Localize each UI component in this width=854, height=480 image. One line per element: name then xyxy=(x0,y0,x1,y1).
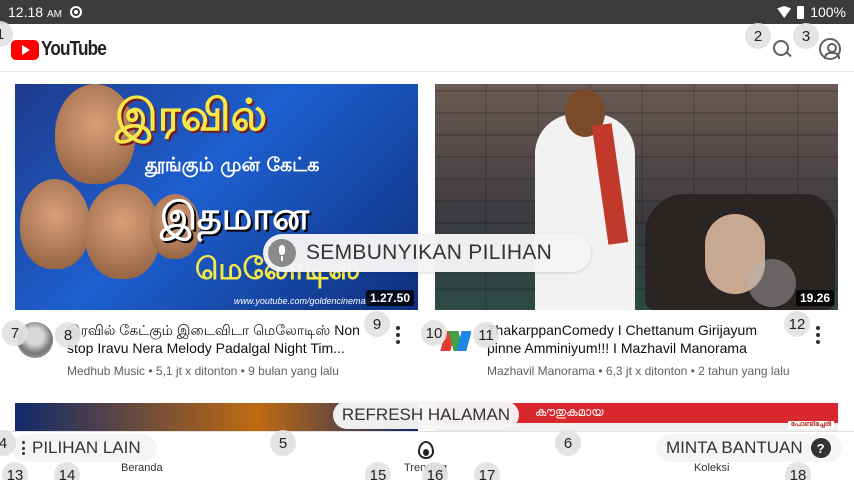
voice-label-badge[interactable]: 9 xyxy=(364,311,390,337)
hide-options-label: SEMBUNYIKAN PILIHAN xyxy=(306,241,553,264)
thumb-watermark-url: www.youtube.com/goldencinemas xyxy=(233,296,370,306)
status-ampm: AM xyxy=(46,9,62,20)
wifi-icon xyxy=(777,6,792,18)
voice-label-badge[interactable]: 7 xyxy=(2,320,28,346)
video-menu-icon-1[interactable] xyxy=(395,326,401,344)
thumb-face-3 xyxy=(85,184,160,279)
mic-icon xyxy=(268,239,296,267)
battery-level: 100% xyxy=(810,4,846,20)
video-menu-icon-2[interactable] xyxy=(815,326,821,344)
youtube-logo[interactable]: YouTube xyxy=(11,38,117,61)
search-icon[interactable] xyxy=(771,38,793,60)
video-meta-1: Medhub Music • 5,1 jt x ditonton • 9 bul… xyxy=(67,364,339,378)
help-button[interactable]: MINTA BANTUAN ? xyxy=(656,434,842,462)
video-title-1[interactable]: இரவில் கேட்கும் இடைவிடா மெலோடிஸ் Non sto… xyxy=(67,321,367,357)
video-title-2[interactable]: ThakarppanComedy I Chettanum Girijayum p… xyxy=(487,321,787,357)
nav-home[interactable]: Beranda xyxy=(121,462,163,474)
help-label: MINTA BANTUAN xyxy=(666,438,803,457)
thumb-line-2: தூங்கும் முன் கேட்க xyxy=(145,154,320,176)
voice-label-badge[interactable]: 11 xyxy=(473,322,499,348)
refresh-page-button[interactable]: REFRESH HALAMAN xyxy=(333,401,519,429)
voice-label-badge[interactable]: 12 xyxy=(784,311,810,337)
nav-library[interactable]: Koleksi xyxy=(694,462,729,474)
voice-label-badge[interactable]: 3 xyxy=(793,23,819,49)
voice-label-badge[interactable]: 5 xyxy=(270,430,296,456)
thumb-4-tag: പോണ്ടിച്ചേരി xyxy=(787,421,834,429)
help-icon: ? xyxy=(810,438,831,458)
thumb-title-text: இரவில் xyxy=(115,90,268,141)
hide-options-button[interactable]: SEMBUNYIKAN PILIHAN xyxy=(263,234,591,272)
trending-flame-icon[interactable] xyxy=(418,441,434,459)
status-right: 100% xyxy=(777,4,846,20)
logo-text: YouTube xyxy=(41,38,107,60)
youtube-play-icon xyxy=(11,39,39,60)
battery-icon xyxy=(797,5,805,19)
video-thumbnail-1[interactable]: இரவில் தூங்கும் முன் கேட்க இதமான மெலோடிஸ… xyxy=(15,84,418,310)
duration-badge: 19.26 xyxy=(795,290,834,306)
video-meta-2: Mazhavil Manorama • 6,3 jt x ditonton • … xyxy=(487,364,790,378)
more-options-button[interactable]: PILIHAN LAIN xyxy=(12,434,157,462)
dpad-overlay-icon[interactable] xyxy=(748,259,796,307)
status-bar: 12.18 AM 100% xyxy=(0,0,854,24)
voice-label-badge[interactable]: 8 xyxy=(55,322,81,348)
more-vert-icon xyxy=(22,441,26,455)
duration-badge: 1.27.50 xyxy=(365,290,414,306)
more-options-label: PILIHAN LAIN xyxy=(32,438,141,457)
voice-label-badge[interactable]: 6 xyxy=(555,430,581,456)
account-icon[interactable] xyxy=(819,38,841,60)
thumb-face-2 xyxy=(20,179,90,269)
refresh-page-label: REFRESH HALAMAN xyxy=(341,405,511,424)
thumb-4-text: കൗതുകമായ xyxy=(535,405,604,419)
status-time: 12.18 AM xyxy=(8,4,62,20)
app-header: YouTube xyxy=(0,24,854,72)
voice-label-badge[interactable]: 2 xyxy=(745,23,771,49)
status-time-value: 12.18 xyxy=(8,4,44,20)
notification-icon xyxy=(70,6,82,18)
voice-label-badge[interactable]: 10 xyxy=(421,320,447,346)
